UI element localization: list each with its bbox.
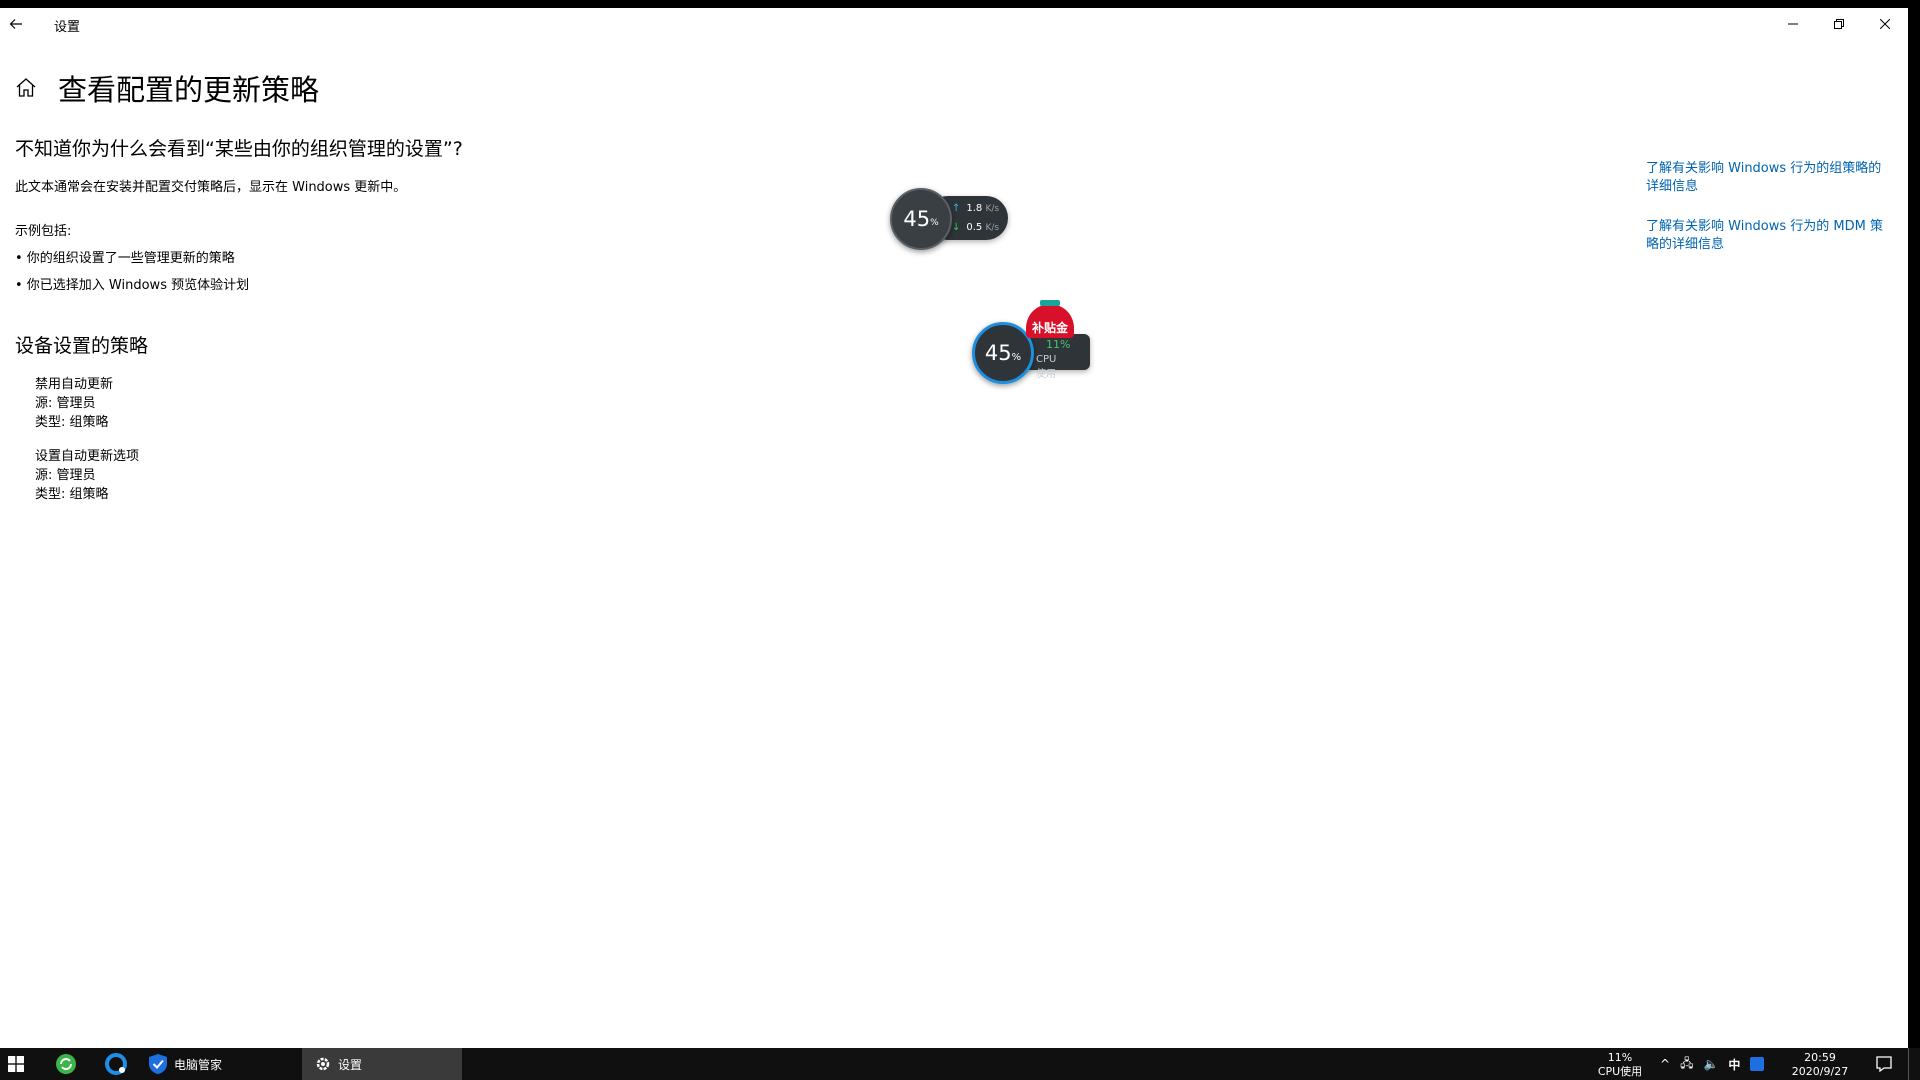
- restore-icon: [1834, 19, 1844, 29]
- back-arrow-icon: [9, 19, 22, 29]
- mdm-policy-link[interactable]: 了解有关影响 Windows 行为的 MDM 策略的详细信息: [1646, 218, 1886, 254]
- download-speed: ↓ 0.5 K/s: [952, 222, 1000, 233]
- policy-source: 源: 管理员: [35, 468, 96, 483]
- show-hidden-icons-chevron-icon[interactable]: ^: [1660, 1057, 1670, 1071]
- window-title: 设置: [54, 20, 81, 35]
- browser-icon: [105, 1053, 127, 1075]
- ime-indicator[interactable]: 中: [1728, 1056, 1740, 1073]
- question-heading: 不知道你为什么会看到“某些由你的组织管理的设置”?: [15, 138, 463, 160]
- minimize-button[interactable]: [1770, 8, 1816, 40]
- download-arrow-icon: ↓: [952, 222, 961, 233]
- close-button[interactable]: [1862, 8, 1908, 40]
- example-item: • 你已选择加入 Windows 预览体验计划: [15, 278, 250, 293]
- cpu-percent: 11%: [1046, 338, 1071, 351]
- policy-item: 禁用自动更新 源: 管理员 类型: 组策略: [35, 375, 113, 432]
- policy-type: 类型: 组策略: [35, 415, 109, 430]
- taskbar-app-refresh[interactable]: [50, 1048, 82, 1080]
- gear-icon: [316, 1057, 330, 1071]
- taskbar-app-label: 电脑管家: [174, 1057, 223, 1072]
- restore-button[interactable]: [1816, 8, 1862, 40]
- subsidy-badge[interactable]: 补贴金: [1026, 304, 1074, 338]
- taskbar: 电脑管家 设置 11% CPU使用 ^ 🖧 🔈 中 20:59 2020/9/2…: [0, 1048, 1920, 1080]
- policy-source: 源: 管理员: [35, 396, 96, 411]
- clock[interactable]: 20:59 2020/9/27: [1790, 1051, 1850, 1079]
- network-icon[interactable]: 🖧: [1680, 1054, 1693, 1075]
- minimize-icon: [1788, 23, 1798, 25]
- examples-label: 示例包括:: [15, 224, 72, 239]
- shield-icon: [149, 1054, 167, 1074]
- badge-clasp-icon: [1040, 300, 1060, 306]
- notification-center-button[interactable]: [1868, 1048, 1900, 1080]
- group-policy-link[interactable]: 了解有关影响 Windows 行为的组策略的详细信息: [1646, 160, 1886, 196]
- clock-time: 20:59: [1804, 1051, 1836, 1064]
- windows-logo-icon: [8, 1056, 24, 1072]
- upload-arrow-icon: ↑: [952, 203, 961, 214]
- page-header: 查看配置的更新策略: [14, 63, 319, 113]
- memory-usage-circle: 45%: [972, 322, 1034, 384]
- related-links: 了解有关影响 Windows 行为的组策略的详细信息 了解有关影响 Window…: [1646, 160, 1886, 276]
- taskbar-app-settings[interactable]: 设置: [302, 1048, 462, 1080]
- policy-type: 类型: 组策略: [35, 487, 109, 502]
- tray-cpu-usage[interactable]: 11% CPU使用: [1590, 1051, 1650, 1079]
- back-button[interactable]: [0, 8, 32, 40]
- description-text: 此文本通常会在安装并配置交付策略后，显示在 Windows 更新中。: [15, 180, 407, 195]
- show-desktop-button[interactable]: [1908, 1048, 1920, 1080]
- memory-usage-circle: 45%: [890, 188, 952, 250]
- upload-speed: ↑ 1.8 K/s: [952, 203, 1000, 214]
- taskbar-app-label: 设置: [338, 1057, 363, 1072]
- desktop: 设置 查看配置的更新策略 不知道你为什么会看到“某些由你的组织管理的设置”? 此…: [0, 0, 1920, 1080]
- policy-item: 设置自动更新选项 源: 管理员 类型: 组策略: [35, 447, 139, 504]
- taskbar-app-browser[interactable]: [100, 1048, 132, 1080]
- policy-name: 设置自动更新选项: [35, 449, 140, 464]
- input-method-icon[interactable]: [1750, 1057, 1765, 1071]
- close-icon: [1880, 19, 1890, 29]
- title-bar: 设置: [0, 8, 1908, 40]
- policy-name: 禁用自动更新: [35, 377, 114, 392]
- volume-icon[interactable]: 🔈: [1703, 1057, 1718, 1071]
- home-icon[interactable]: [14, 76, 38, 100]
- clock-date: 2020/9/27: [1791, 1065, 1849, 1078]
- section-title: 设备设置的策略: [15, 335, 149, 357]
- notification-icon: [1876, 1056, 1892, 1073]
- example-item: • 你的组织设置了一些管理更新的策略: [15, 251, 235, 266]
- cpu-label: CPU使用: [1036, 354, 1057, 380]
- system-tray: ^ 🖧 🔈 中: [1660, 1048, 1765, 1080]
- settings-window: 设置 查看配置的更新策略 不知道你为什么会看到“某些由你的组织管理的设置”? 此…: [0, 8, 1908, 1048]
- taskbar-app-pc-manager[interactable]: 电脑管家: [148, 1048, 298, 1080]
- page-title: 查看配置的更新策略: [58, 73, 320, 107]
- start-button[interactable]: [0, 1048, 32, 1080]
- green-refresh-icon: [56, 1054, 76, 1074]
